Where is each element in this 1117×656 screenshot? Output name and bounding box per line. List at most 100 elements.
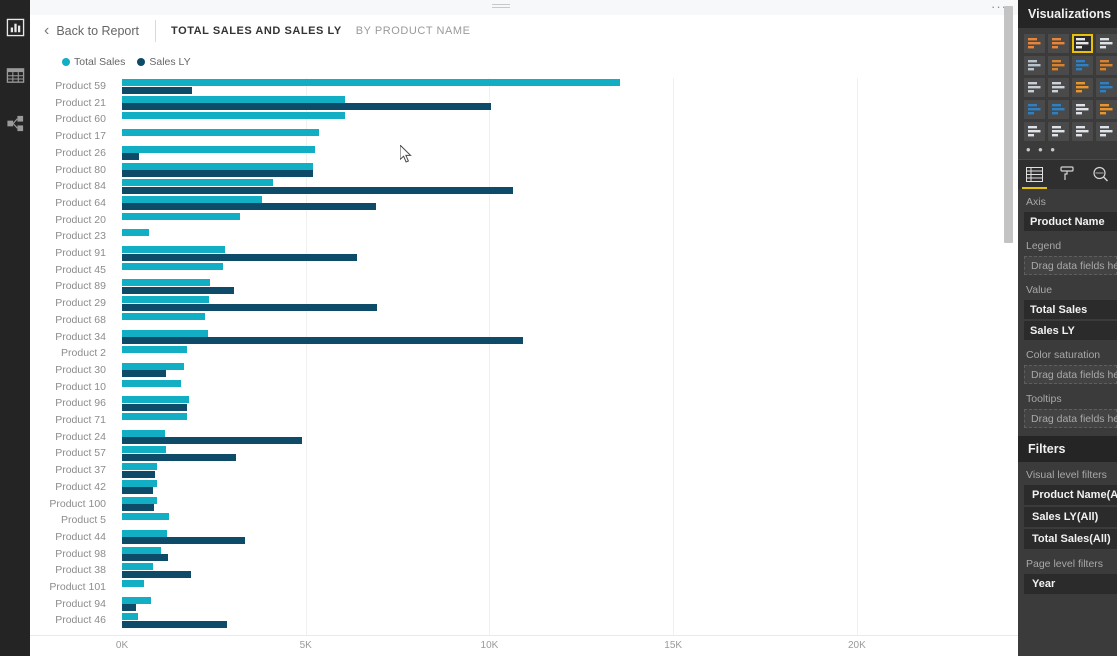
filter-chip[interactable]: Total Sales(All): [1024, 529, 1117, 549]
stacked-area-chart-icon[interactable]: [1072, 56, 1093, 75]
chart-row[interactable]: Product 80: [55, 162, 912, 179]
chart-row[interactable]: Product 101: [49, 579, 912, 596]
chart-row[interactable]: Product 98: [55, 546, 912, 563]
chart-bar[interactable]: [122, 129, 319, 137]
sidebar-item-data-view[interactable]: [0, 56, 30, 94]
chart-row[interactable]: Product 29: [55, 295, 912, 312]
chart-bar[interactable]: [122, 396, 190, 404]
filter-chip[interactable]: Product Name(All): [1024, 485, 1117, 505]
clustered-bar-chart[interactable]: Product 59 Product 21 Product 60 Product 17…: [30, 78, 1030, 656]
format-tab[interactable]: [1051, 159, 1084, 189]
chart-row[interactable]: Product 24: [55, 429, 912, 446]
visualizations-more-button[interactable]: • • •: [1018, 143, 1117, 159]
chart-row[interactable]: Product 21: [55, 95, 912, 112]
treemap-icon[interactable]: [1024, 100, 1045, 119]
chart-bar[interactable]: [122, 580, 145, 587]
chart-row[interactable]: Product 89: [55, 278, 912, 295]
chart-bar[interactable]: [122, 379, 181, 387]
chart-bar[interactable]: [122, 570, 191, 578]
chart-bar[interactable]: [122, 103, 492, 111]
drag-handle[interactable]: [492, 4, 510, 11]
chart-bar[interactable]: [122, 246, 225, 253]
chart-row[interactable]: Product 57: [55, 445, 912, 462]
field-chip[interactable]: Product Name: [1024, 212, 1117, 231]
chart-row[interactable]: Product 96: [55, 395, 912, 412]
chart-bar[interactable]: [122, 203, 376, 211]
chart-bar[interactable]: [122, 112, 345, 120]
chart-bar[interactable]: [122, 279, 211, 287]
chart-bar[interactable]: [122, 262, 224, 270]
chart-bar[interactable]: [122, 337, 523, 344]
chart-bar[interactable]: [122, 253, 358, 261]
chart-bar[interactable]: [122, 346, 188, 354]
chart-bar[interactable]: [122, 546, 161, 554]
chart-bar[interactable]: [122, 195, 262, 203]
back-to-report-button[interactable]: ‹ Back to Report: [44, 23, 139, 39]
field-pane-tabs[interactable]: [1018, 159, 1117, 189]
legend-item[interactable]: Total Sales: [62, 56, 125, 68]
chart-bar[interactable]: [122, 613, 138, 621]
visualizations-icon-grid[interactable]: [1018, 28, 1117, 143]
chart-bar[interactable]: [122, 429, 166, 437]
chart-bar[interactable]: [122, 229, 150, 237]
chart-row[interactable]: Product 46: [55, 612, 912, 629]
chart-row[interactable]: Product 94: [55, 596, 912, 613]
scrollbar-thumb[interactable]: [1004, 5, 1013, 243]
chart-bar[interactable]: [122, 463, 157, 471]
field-drop-target[interactable]: Drag data fields here: [1024, 256, 1117, 275]
chart-bar[interactable]: [122, 179, 273, 187]
chart-bar[interactable]: [122, 513, 170, 521]
table-icon[interactable]: [1072, 122, 1093, 141]
chart-bar[interactable]: [122, 596, 152, 604]
chart-bar[interactable]: [122, 370, 167, 378]
chart-bar[interactable]: [122, 403, 188, 411]
stacked-bar-chart-icon[interactable]: [1024, 34, 1045, 53]
chart-bar[interactable]: [122, 286, 235, 294]
chart-bar[interactable]: [122, 446, 167, 454]
donut-chart-icon[interactable]: [1096, 78, 1117, 97]
chart-row[interactable]: Product 100: [49, 496, 912, 513]
chart-row[interactable]: Product 2: [61, 345, 912, 362]
chart-row[interactable]: Product 38: [55, 562, 912, 579]
chart-row[interactable]: Product 44: [55, 529, 912, 546]
field-chip[interactable]: Total Sales: [1024, 300, 1117, 319]
chart-bar[interactable]: [122, 329, 209, 337]
chart-bar[interactable]: [122, 487, 153, 495]
funnel-icon[interactable]: [1072, 100, 1093, 119]
fields-tab[interactable]: [1018, 159, 1051, 189]
filter-chip[interactable]: Sales LY(All): [1024, 507, 1117, 527]
chart-bar[interactable]: [122, 162, 314, 170]
chart-row[interactable]: Product 26: [55, 145, 912, 162]
chart-bar[interactable]: [122, 537, 246, 545]
chart-bar[interactable]: [122, 362, 185, 370]
gauge-icon[interactable]: [1096, 100, 1117, 119]
chart-bar[interactable]: [122, 212, 240, 220]
chart-row[interactable]: Product 10: [55, 379, 912, 396]
chart-plot-area[interactable]: Product 59 Product 21 Product 60 Product 17…: [49, 78, 912, 635]
chart-bar[interactable]: [122, 604, 137, 612]
chart-bar[interactable]: [122, 145, 315, 153]
chart-row[interactable]: Product 17: [55, 128, 912, 145]
card-icon[interactable]: [1024, 122, 1045, 141]
pie-chart-icon[interactable]: [1072, 78, 1093, 97]
ribbon-chart-icon[interactable]: [1024, 78, 1045, 97]
chart-bar[interactable]: [122, 504, 154, 511]
area-chart-icon[interactable]: [1048, 56, 1069, 75]
chart-bar[interactable]: [122, 153, 139, 161]
chart-bar[interactable]: [122, 470, 156, 478]
sidebar-item-report-view[interactable]: [0, 8, 30, 46]
chart-bar[interactable]: [122, 296, 210, 304]
chart-bar[interactable]: [122, 479, 157, 487]
kpi-icon[interactable]: [1048, 122, 1069, 141]
chart-bar[interactable]: [122, 413, 187, 420]
chart-vertical-scrollbar[interactable]: [1004, 0, 1013, 578]
chart-row[interactable]: Product 34: [55, 329, 912, 346]
chart-row[interactable]: Product 91: [55, 245, 912, 262]
line-chart-icon[interactable]: [1024, 56, 1045, 75]
chart-row[interactable]: Product 20: [55, 212, 912, 229]
chart-bar[interactable]: [122, 303, 377, 311]
chart-row[interactable]: Product 68: [55, 312, 912, 329]
chart-bar[interactable]: [122, 95, 345, 103]
chart-row[interactable]: Product 45: [55, 262, 912, 279]
matrix-icon[interactable]: [1096, 122, 1117, 141]
